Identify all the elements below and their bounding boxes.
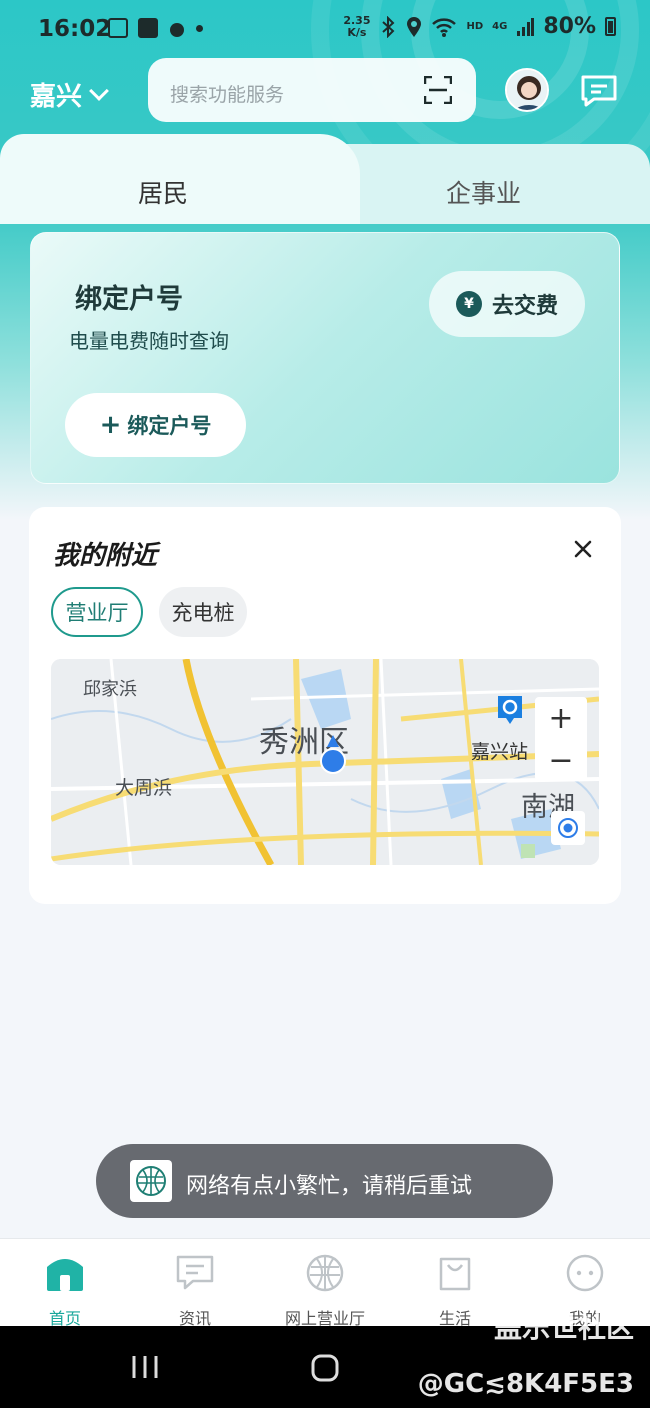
location-icon bbox=[407, 16, 422, 37]
search-bar[interactable]: 搜索功能服务 bbox=[148, 58, 476, 122]
notification-icons bbox=[108, 18, 203, 38]
nav-home[interactable]: 首页 bbox=[0, 1239, 130, 1328]
state-grid-logo bbox=[130, 1160, 172, 1202]
chip-business-hall[interactable]: 营业厅 bbox=[51, 587, 143, 637]
gallery-icon bbox=[108, 18, 128, 38]
network-speed: 2.35 K/s bbox=[343, 13, 371, 39]
city-selector[interactable]: 嘉兴 bbox=[30, 76, 109, 113]
state-grid-logo-icon bbox=[136, 1166, 166, 1196]
map-zoom-control: + − bbox=[535, 697, 587, 781]
more-notifications-dot bbox=[196, 24, 203, 32]
home-button-icon[interactable] bbox=[310, 1354, 340, 1382]
tab-residents[interactable]: 居民 bbox=[138, 174, 188, 210]
nav-online-hall[interactable]: 网上营业厅 bbox=[260, 1239, 390, 1328]
chip-charging-pile[interactable]: 充电桩 bbox=[159, 587, 247, 637]
status-right: 2.35 K/s HD 4G 80% bbox=[343, 14, 616, 39]
chevron-down-icon bbox=[89, 80, 109, 101]
map-label-dazhoubang: 大周浜 bbox=[115, 777, 173, 799]
train-station-marker-icon[interactable] bbox=[495, 693, 525, 727]
zoom-out-button[interactable]: − bbox=[535, 739, 587, 781]
zoom-in-button[interactable]: + bbox=[535, 697, 587, 739]
network-type: 4G bbox=[492, 21, 508, 32]
watermark-line1: 盖乐世社区 bbox=[493, 1311, 634, 1344]
speed-value: 2.35 bbox=[343, 13, 371, 27]
search-placeholder: 搜索功能服务 bbox=[170, 84, 285, 106]
plus-icon: + bbox=[99, 410, 122, 440]
city-name: 嘉兴 bbox=[30, 82, 83, 112]
locate-me-button[interactable] bbox=[551, 811, 585, 845]
scan-icon[interactable] bbox=[424, 76, 452, 104]
online-hall-icon bbox=[306, 1254, 344, 1292]
map-label-jiaxing-station: 嘉兴站 bbox=[471, 741, 529, 763]
home-icon bbox=[47, 1259, 83, 1291]
hd-indicator: HD bbox=[466, 21, 484, 32]
tab-enterprise[interactable]: 企事业 bbox=[446, 174, 521, 210]
watermark: 盖乐世社区 @GC≲8K4F5E3 bbox=[418, 1300, 634, 1408]
current-location-marker-icon bbox=[320, 735, 346, 774]
nearby-card: 我的附近 营业厅 充电桩 邱家浜 秀洲区 大周浜 嘉兴站 南湖 + − bbox=[29, 507, 621, 904]
recent-apps-icon[interactable] bbox=[130, 1354, 160, 1380]
life-bag-icon bbox=[439, 1257, 471, 1291]
pay-button[interactable]: ¥ 去交费 bbox=[429, 271, 585, 337]
yuan-icon: ¥ bbox=[455, 291, 482, 317]
bind-account-label: 绑定户号 bbox=[127, 414, 212, 438]
bluetooth-icon bbox=[382, 15, 395, 38]
nav-news[interactable]: 资讯 bbox=[130, 1239, 260, 1328]
battery-icon bbox=[605, 17, 616, 36]
speed-unit: K/s bbox=[347, 25, 367, 39]
toast-message: 网络有点小繁忙，请稍后重试 bbox=[186, 1174, 473, 1199]
bind-account-button[interactable]: + 绑定户号 bbox=[65, 393, 246, 457]
bind-card-subtitle: 电量电费随时查询 bbox=[69, 329, 229, 353]
nearby-title: 我的附近 bbox=[53, 541, 158, 571]
message-icon[interactable] bbox=[580, 74, 618, 108]
user-type-tabs: 居民 企事业 bbox=[0, 134, 650, 224]
signal-icon bbox=[517, 17, 535, 36]
wifi-icon bbox=[432, 17, 457, 37]
network-busy-toast: 网络有点小繁忙，请稍后重试 bbox=[96, 1144, 553, 1218]
cat-icon bbox=[170, 23, 184, 37]
profile-icon bbox=[566, 1254, 604, 1292]
nearby-map[interactable]: 邱家浜 秀洲区 大周浜 嘉兴站 南湖 + − bbox=[51, 659, 599, 865]
map-label-qiujiabang: 邱家浜 bbox=[83, 679, 137, 700]
status-bar: 16:02 2.35 K/s HD 4G 80% bbox=[0, 0, 650, 62]
battery-percent: 80% bbox=[543, 14, 596, 39]
bind-card-title: 绑定户号 bbox=[75, 284, 183, 315]
app-notification-icon bbox=[138, 18, 158, 38]
news-icon bbox=[176, 1255, 214, 1290]
locate-icon bbox=[558, 818, 578, 838]
close-icon[interactable] bbox=[571, 537, 595, 561]
customer-service-avatar[interactable] bbox=[505, 68, 549, 112]
bind-account-card: 绑定户号 电量电费随时查询 ¥ 去交费 + 绑定户号 bbox=[30, 232, 620, 484]
pay-button-label: 去交费 bbox=[491, 294, 558, 319]
status-time: 16:02 bbox=[38, 16, 112, 42]
watermark-line2: @GC≲8K4F5E3 bbox=[417, 1369, 634, 1399]
